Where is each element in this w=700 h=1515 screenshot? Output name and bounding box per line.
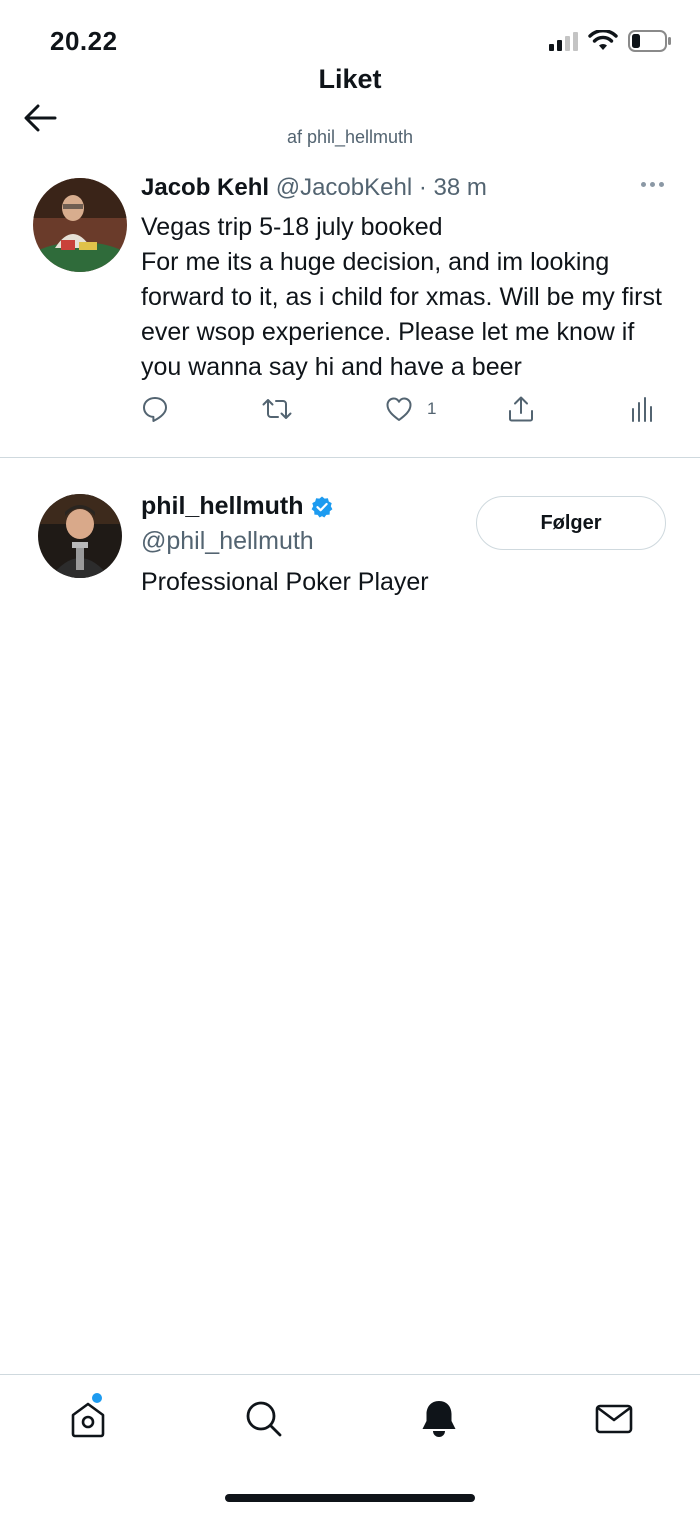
analytics-button[interactable]	[629, 395, 653, 423]
wifi-icon	[588, 30, 618, 50]
cellular-signal-icon	[549, 31, 578, 51]
liked-by-screen: 20.22 Liket af phil_hellmuth Jacob Kehl …	[0, 0, 700, 1515]
home-icon	[71, 1402, 105, 1438]
home-indicator	[225, 1494, 475, 1502]
user-name-row[interactable]: phil_hellmuth	[141, 492, 334, 521]
search-icon	[246, 1401, 282, 1437]
tweet-header: Jacob Kehl @JacobKehl · 38 m	[141, 174, 487, 202]
like-button[interactable]: 1	[385, 395, 436, 423]
tweet[interactable]: Jacob Kehl @JacobKehl · 38 m Vegas trip …	[0, 170, 700, 458]
analytics-icon	[632, 397, 652, 422]
new-content-indicator	[92, 1393, 102, 1403]
battery-icon	[628, 30, 671, 52]
messages-icon	[595, 1404, 633, 1434]
status-time: 20.22	[50, 26, 118, 56]
more-options-button[interactable]	[641, 182, 664, 187]
separator-dot: ·	[418, 174, 427, 201]
user-card[interactable]: phil_hellmuth @phil_hellmuth Professiona…	[0, 480, 700, 620]
reply-icon	[143, 397, 167, 422]
like-count: 1	[427, 399, 437, 418]
tweet-actions: 1	[141, 395, 671, 425]
tweet-time[interactable]: 38 m	[434, 174, 487, 201]
user-handle: @phil_hellmuth	[141, 527, 314, 555]
nav-notifications[interactable]	[417, 1397, 461, 1441]
avatar-photo	[33, 178, 127, 272]
avatar[interactable]	[33, 178, 127, 272]
following-button[interactable]: Følger	[476, 496, 666, 550]
like-icon	[386, 397, 412, 421]
nav-messages[interactable]	[592, 1397, 636, 1441]
verified-badge-icon	[311, 496, 332, 517]
share-button[interactable]	[507, 395, 535, 423]
page-subtitle: af phil_hellmuth	[286, 127, 414, 147]
share-icon	[509, 396, 533, 422]
nav-home[interactable]	[66, 1393, 110, 1441]
avatar[interactable]	[38, 494, 122, 578]
avatar-photo	[38, 494, 122, 578]
retweet-button[interactable]	[261, 395, 293, 423]
tweet-author-name[interactable]: Jacob Kehl	[141, 174, 269, 201]
notifications-icon	[422, 1401, 456, 1437]
reply-button[interactable]	[141, 395, 169, 423]
page-title: Liket	[318, 64, 382, 94]
user-name[interactable]: phil_hellmuth	[141, 492, 304, 521]
status-icons	[549, 30, 672, 52]
user-bio: Professional Poker Player	[141, 568, 429, 596]
retweet-icon	[262, 399, 292, 419]
tweet-author-handle[interactable]: @JacobKehl	[276, 174, 412, 201]
tweet-text: Vegas trip 5-18 july booked For me its a…	[141, 213, 662, 381]
nav-search[interactable]	[242, 1397, 286, 1441]
